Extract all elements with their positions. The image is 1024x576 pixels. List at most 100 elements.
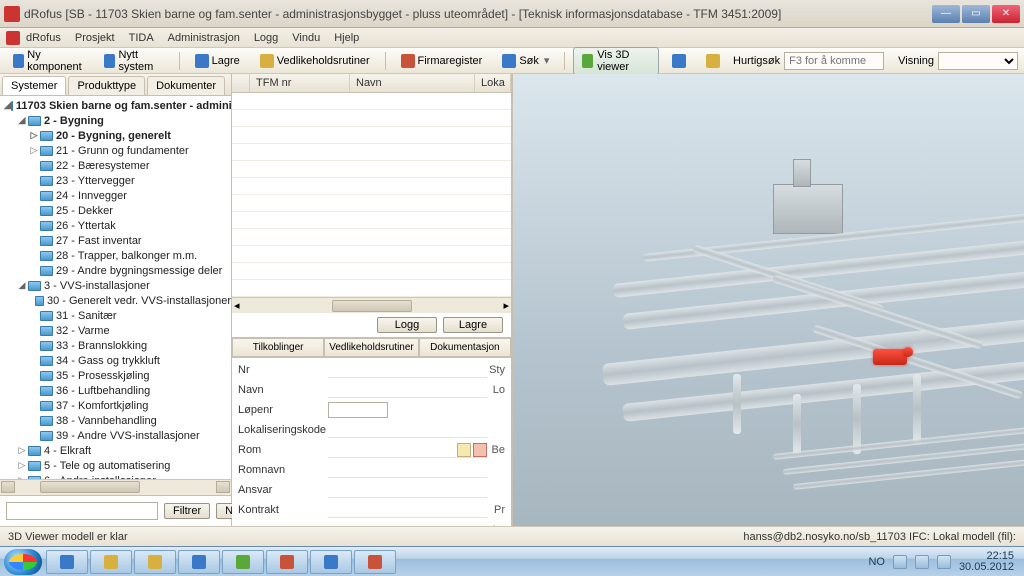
visning-dropdown[interactable] [938,52,1018,70]
field-nr[interactable] [328,362,487,378]
filter-button[interactable]: Filtrer [164,503,210,519]
nytt-system-button[interactable]: Nytt system [97,46,170,76]
field-kontrakt[interactable] [328,502,487,518]
window-close-button[interactable]: ✕ [992,5,1020,23]
system-icon [104,54,115,68]
field-romnavn[interactable] [328,462,487,478]
link-icon [706,54,720,68]
magnifier-icon [672,54,686,68]
field-ansvar[interactable] [328,482,487,498]
detail-form: NrSty NavnLo Løpenr Lokaliseringskode Ro… [232,358,511,526]
system-tree[interactable]: ◢11703 Skien barne og fam.senter - admin… [0,96,231,479]
tab-produkttype[interactable]: Produkttype [68,76,145,95]
menu-tida[interactable]: TIDA [129,32,154,44]
grid-body[interactable] [232,93,511,297]
zoom-tool-button[interactable] [665,51,693,71]
grid-h-scrollbar[interactable]: ◂▸ [232,297,511,313]
app2-icon [324,555,338,569]
cube-icon [582,54,593,68]
field-lokkode[interactable] [328,422,487,438]
save-icon [195,54,209,68]
ny-komponent-button[interactable]: Ny komponent [6,46,91,76]
lagre-button[interactable]: Lagre [188,51,247,71]
task-app2[interactable] [310,550,352,574]
task-powerpoint[interactable] [266,550,308,574]
window-minimize-button[interactable]: — [932,5,960,23]
link-tool-button[interactable] [699,51,727,71]
field-navn[interactable] [328,382,487,398]
task-ie[interactable] [46,550,88,574]
menu-administrasjon[interactable]: Administrasjon [168,32,240,44]
menu-logg[interactable]: Logg [254,32,278,44]
app-icon [4,6,20,22]
col-loka[interactable]: Loka [475,74,511,92]
menu-hjelp[interactable]: Hjelp [334,32,359,44]
ie-icon [60,555,74,569]
quick-search: Hurtigsøk [733,52,884,70]
tray-network-icon[interactable] [915,555,929,569]
selected-component[interactable] [873,349,907,365]
tab-vedlikeholdsrutiner[interactable]: Vedlikeholdsrutiner [324,338,419,357]
taskbar: NO 22:15 30.05.2012 [0,546,1024,576]
lbl-romnavn: Romnavn [238,464,328,476]
menu-vindu[interactable]: Vindu [292,32,320,44]
task-drofus[interactable] [354,550,396,574]
doc-icon [260,54,274,68]
mid-lagre-button[interactable]: Lagre [443,317,503,333]
quick-search-input[interactable] [784,52,884,70]
3d-viewer[interactable] [512,74,1024,526]
tree-filter-input[interactable] [6,502,158,520]
menu-drofus[interactable]: dRofus [26,32,61,44]
quick-search-label: Hurtigsøk [733,55,780,67]
task-explorer[interactable] [90,550,132,574]
toolbar: Ny komponent Nytt system Lagre Vedlikeho… [0,48,1024,74]
left-panel: Systemer Produkttype Dokumenter ◢11703 S… [0,74,232,526]
window-maximize-button[interactable]: ▭ [962,5,990,23]
folder-icon [104,555,118,569]
tray-lang[interactable]: NO [868,556,885,568]
tab-dokumenter[interactable]: Dokumenter [147,76,225,95]
vedlikeholdsrutiner-button[interactable]: Vedlikeholdsrutiner [253,51,377,71]
powerpoint-icon [280,555,294,569]
visning-selector: Visning [898,52,1018,70]
tray-clock[interactable]: 22:15 30.05.2012 [959,551,1014,573]
firmaregister-button[interactable]: Firmaregister [394,51,490,71]
paint-icon [236,555,250,569]
lbl-kontrakt: Kontrakt [238,504,328,516]
tray-volume-icon[interactable] [937,555,951,569]
task-media[interactable] [134,550,176,574]
lbl-rom: Rom [238,444,328,456]
app-icon [192,555,206,569]
lbl-navn: Navn [238,384,328,396]
tab-tilkoblinger[interactable]: Tilkoblinger [232,338,324,357]
col-navn[interactable]: Navn [350,74,475,92]
mid-logg-button[interactable]: Logg [377,317,437,333]
status-bar: 3D Viewer modell er klar hanss@db2.nosyk… [0,526,1024,546]
system-tray[interactable]: NO 22:15 30.05.2012 [868,551,1020,573]
task-paint[interactable] [222,550,264,574]
grid-header: TFM nr Navn Loka [232,74,511,93]
field-rom[interactable] [328,442,487,458]
field-lopenr[interactable] [328,402,388,418]
tab-dokumentasjon[interactable]: Dokumentasjon [419,338,511,357]
status-right: hanss@db2.nosyko.no/sb_11703 IFC: Lokal … [743,531,1016,543]
task-app1[interactable] [178,550,220,574]
status-left: 3D Viewer modell er klar [8,531,128,543]
search-icon [502,54,516,68]
drofus-icon [368,555,382,569]
tree-h-scrollbar[interactable] [0,479,231,495]
plus-icon [13,54,24,68]
firma-icon [401,54,415,68]
tab-systemer[interactable]: Systemer [2,76,66,95]
start-button[interactable] [4,549,42,575]
col-tfm-nr[interactable]: TFM nr [250,74,350,92]
sok-button[interactable]: Søk▾ [495,51,556,71]
mid-panel: TFM nr Navn Loka ◂▸ Logg Lagre Tilkoblin… [232,74,512,526]
lbl-lokkode: Lokaliseringskode [238,424,328,436]
rom-clear-icon[interactable] [473,443,487,457]
visning-label: Visning [898,55,934,67]
menu-prosjekt[interactable]: Prosjekt [75,32,115,44]
rom-pick-icon[interactable] [457,443,471,457]
tray-flag-icon[interactable] [893,555,907,569]
vis-3d-viewer-toggle[interactable]: Vis 3D viewer [573,47,659,75]
